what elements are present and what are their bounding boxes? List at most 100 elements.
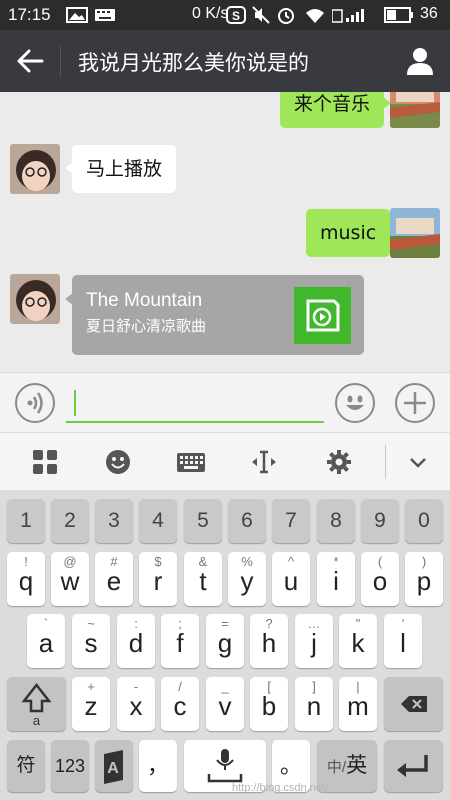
keyboard-status-icon	[95, 9, 115, 21]
handwriting-key[interactable]: A	[95, 740, 133, 792]
key-x[interactable]: -x	[117, 677, 155, 731]
keyboard: 1 2 3 4 5 6 7 8 9 0 ! q @ w # e $ r & t % y ^ u…	[0, 490, 450, 800]
key-f[interactable]: ; f	[161, 614, 199, 668]
key-n[interactable]: ] n	[295, 677, 333, 731]
key-4[interactable]: 4	[139, 499, 177, 543]
key-k[interactable]: " k	[339, 614, 377, 668]
more-button[interactable]	[395, 383, 435, 423]
key-c[interactable]: / c	[161, 677, 199, 731]
key-w[interactable]: @ w	[51, 552, 89, 606]
key-8[interactable]: 8	[317, 499, 355, 543]
mute-icon	[252, 6, 270, 24]
svg-text:a: a	[33, 713, 41, 728]
key-label: h	[261, 628, 277, 658]
contact-avatar[interactable]	[10, 144, 60, 194]
contact-avatar[interactable]	[10, 274, 60, 324]
key-5[interactable]: 5	[184, 499, 222, 543]
key-3[interactable]: 3	[95, 499, 133, 543]
key-label: e	[106, 566, 122, 596]
svg-text:S: S	[232, 9, 240, 23]
key-l[interactable]: ' l	[384, 614, 422, 668]
key-label: q	[18, 566, 34, 596]
cursor-move-icon[interactable]	[250, 448, 278, 476]
plus-icon	[404, 392, 426, 414]
key-label: d	[128, 628, 144, 658]
key-label: o	[372, 566, 388, 596]
user-profile-icon[interactable]	[405, 46, 435, 76]
status-time: 17:15	[8, 5, 51, 24]
key-e[interactable]: # e	[95, 552, 133, 606]
emoji-button[interactable]	[335, 383, 375, 423]
svg-text:A: A	[107, 760, 119, 777]
voice-button[interactable]	[15, 383, 55, 423]
key-m[interactable]: | m	[339, 677, 377, 731]
message-input[interactable]	[66, 385, 324, 423]
signal-icon	[332, 9, 364, 23]
key-7[interactable]: 7	[272, 499, 310, 543]
back-arrow-icon[interactable]	[16, 48, 44, 74]
enter-key[interactable]	[384, 740, 443, 792]
settings-gear-icon[interactable]	[325, 448, 353, 476]
chevron-down-icon[interactable]	[404, 448, 432, 476]
key-t[interactable]: & t	[184, 552, 222, 606]
key-i[interactable]: * i	[317, 552, 355, 606]
key-6[interactable]: 6	[228, 499, 266, 543]
key-1[interactable]: 1	[7, 499, 45, 543]
language-switch-small: 中/	[326, 759, 347, 776]
message-bubble-sent[interactable]: music	[306, 209, 398, 257]
keyboard-toolbar	[0, 432, 450, 490]
key-j[interactable]: … j	[295, 614, 333, 668]
emoji-icon[interactable]	[104, 448, 132, 476]
numeric-key[interactable]: 123	[51, 740, 89, 792]
language-switch-big: 英	[346, 754, 368, 777]
key-label: y	[240, 566, 254, 596]
alarm-icon	[278, 8, 294, 24]
status-bar: 17:15 0 K/s S 36	[0, 0, 450, 30]
wifi-icon	[306, 9, 324, 23]
shift-key[interactable]: a	[7, 677, 66, 731]
key-s[interactable]: ~ s	[72, 614, 110, 668]
keyboard-switch-icon[interactable]	[176, 448, 206, 476]
key-u[interactable]: ^ u	[272, 552, 310, 606]
key-y[interactable]: % y	[228, 552, 266, 606]
chat-area[interactable]: 来个音乐 马上播放 music The Mountain 夏日舒心清凉歌曲	[0, 92, 450, 372]
key-b[interactable]: [b	[250, 677, 288, 731]
chat-title: 我说月光那么美你说是的	[78, 51, 309, 75]
emoji-face-icon	[346, 395, 364, 410]
key-z[interactable]: + z	[72, 677, 110, 731]
backspace-icon	[401, 696, 427, 712]
key-label: k	[351, 628, 365, 658]
music-play-icon[interactable]	[294, 287, 351, 344]
message-bubble-received[interactable]: 马上播放	[64, 145, 177, 193]
key-label: c	[173, 691, 187, 721]
key-label: i	[333, 566, 339, 596]
key-h[interactable]: ? h	[250, 614, 288, 668]
key-r[interactable]: $ r	[139, 552, 177, 606]
key-o[interactable]: (o	[361, 552, 399, 606]
backspace-key[interactable]	[384, 677, 443, 731]
watermark: http://blog.csdn.net/	[232, 782, 329, 794]
key-0[interactable]: 0	[405, 499, 443, 543]
key-d[interactable]: :d	[117, 614, 155, 668]
key-g[interactable]: = g	[206, 614, 244, 668]
net-speed: 0 K/s	[192, 5, 229, 22]
key-p[interactable]: ) p	[405, 552, 443, 606]
music-title: The Mountain	[86, 290, 203, 311]
key-label: w	[60, 566, 80, 596]
key-2[interactable]: 2	[51, 499, 89, 543]
battery-level: 36	[420, 5, 438, 22]
music-card[interactable]: The Mountain 夏日舒心清凉歌曲	[65, 275, 364, 355]
key-a[interactable]: ` a	[27, 614, 65, 668]
my-avatar[interactable]	[390, 208, 440, 258]
apps-grid-icon[interactable]	[31, 448, 59, 476]
message-bubble-sent[interactable]: 来个音乐	[280, 92, 392, 128]
key-label: p	[416, 566, 432, 596]
symbol-key[interactable]: 符	[7, 740, 45, 792]
battery-icon	[384, 7, 413, 23]
title-divider	[60, 46, 61, 76]
comma-key[interactable]: ，	[139, 740, 177, 792]
my-avatar[interactable]	[390, 92, 440, 128]
key-9[interactable]: 9	[361, 499, 399, 543]
key-q[interactable]: ! q	[7, 552, 45, 606]
key-v[interactable]: _ v	[206, 677, 244, 731]
